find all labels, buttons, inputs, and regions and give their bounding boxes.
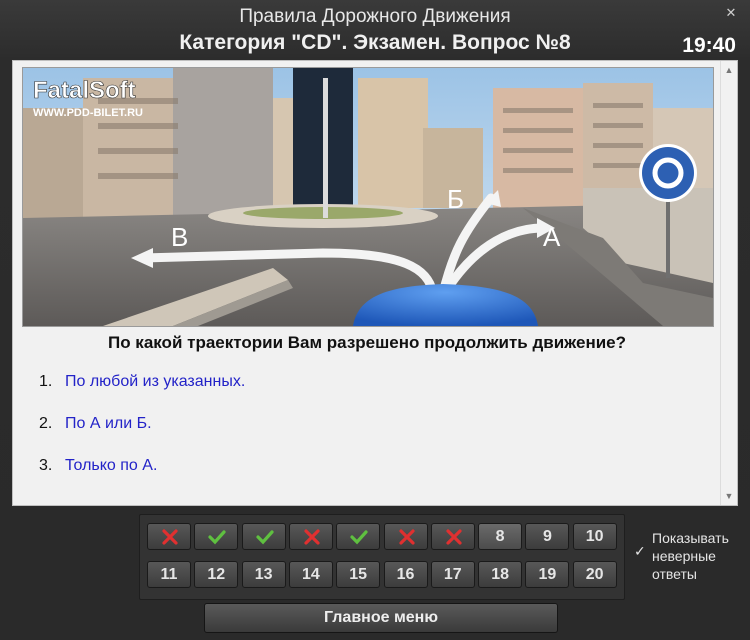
question-button-wrong[interactable]: [383, 523, 428, 550]
question-button-11[interactable]: 11: [147, 561, 191, 588]
scroll-down-icon[interactable]: ▼: [721, 489, 737, 503]
roundabout-photo: FatalSoft WWW.PDD-BILET.RU В Б А: [23, 68, 713, 326]
question-button-10[interactable]: 10: [572, 523, 617, 550]
question-number: 14: [301, 566, 320, 583]
question-number: 17: [443, 566, 462, 583]
question-panel: FatalSoft WWW.PDD-BILET.RU В Б А По како…: [12, 60, 738, 506]
question-button-wrong[interactable]: [430, 523, 475, 550]
question-button-12[interactable]: 12: [194, 561, 239, 588]
answer-text[interactable]: По любой из указанных.: [65, 373, 245, 390]
show-wrong-label: Показывать неверные ответы: [652, 530, 729, 582]
question-button-9[interactable]: 9: [525, 523, 570, 550]
question-button-15[interactable]: 15: [336, 561, 381, 588]
scroll-up-icon[interactable]: ▲: [721, 63, 737, 77]
question-number: 10: [585, 528, 604, 545]
trajectory-label-b: Б: [447, 184, 464, 214]
window-title: Правила Дорожного Движения: [239, 6, 511, 27]
question-number: 11: [160, 566, 178, 583]
question-number: 15: [349, 566, 368, 583]
answer-option-2[interactable]: 2. По А или Б.: [39, 415, 152, 433]
question-button-8[interactable]: 8: [478, 523, 523, 550]
question-button-wrong[interactable]: [147, 523, 191, 550]
question-button-correct[interactable]: [241, 523, 286, 550]
question-button-19[interactable]: 19: [525, 561, 570, 588]
trajectory-label-a: А: [543, 222, 561, 252]
exam-subtitle: Категория "CD". Экзамен. Вопрос №8: [179, 31, 571, 54]
vertical-scrollbar[interactable]: ▲ ▼: [720, 61, 737, 505]
question-number: 12: [207, 566, 226, 583]
app-window: ✕ Правила Дорожного Движения Категория "…: [0, 0, 750, 640]
question-number: 19: [538, 566, 557, 583]
question-button-13[interactable]: 13: [241, 561, 286, 588]
check-icon: [208, 530, 226, 545]
question-button-correct[interactable]: [336, 523, 381, 550]
question-number: 16: [396, 566, 415, 583]
checkmark-icon[interactable]: ✓: [634, 543, 648, 560]
check-icon: [255, 530, 274, 545]
question-number: 20: [585, 566, 604, 583]
question-button-wrong[interactable]: [288, 523, 333, 550]
question-number: 13: [254, 566, 273, 583]
answer-text[interactable]: Только по А.: [65, 457, 157, 474]
question-button-17[interactable]: 17: [430, 561, 475, 588]
question-button-14[interactable]: 14: [288, 561, 333, 588]
answer-option-3[interactable]: 3. Только по А.: [39, 457, 157, 475]
trajectory-label-v: В: [171, 222, 188, 252]
question-button-correct[interactable]: [194, 523, 239, 550]
question-button-18[interactable]: 18: [478, 561, 523, 588]
answer-number: 2.: [39, 415, 53, 432]
answer-number: 1.: [39, 373, 53, 390]
question-button-16[interactable]: 16: [383, 561, 428, 588]
brand-site: WWW.PDD-BILET.RU: [33, 107, 143, 119]
answer-number: 3.: [39, 457, 53, 474]
cross-icon: [162, 529, 178, 545]
answer-text[interactable]: По А или Б.: [65, 415, 152, 432]
cross-icon: [304, 529, 320, 545]
countdown-timer: 19:40: [682, 34, 736, 57]
question-number: 8: [495, 528, 505, 545]
road-situation-image: FatalSoft WWW.PDD-BILET.RU В Б А: [22, 67, 714, 327]
check-icon: [350, 530, 368, 545]
answer-option-1[interactable]: 1. По любой из указанных.: [39, 373, 245, 391]
cross-icon: [446, 529, 462, 545]
question-number: 9: [542, 528, 552, 545]
main-menu-button[interactable]: Главное меню: [204, 603, 558, 633]
question-button-20[interactable]: 20: [572, 561, 617, 588]
question-text: По какой траектории Вам разрешено продол…: [107, 333, 627, 352]
brand-logo: FatalSoft: [33, 77, 136, 104]
question-number: 18: [491, 566, 509, 583]
question-navigator: 8 9 10 11 12 13 14 15 16 17 18 19 20: [139, 514, 625, 600]
cross-icon: [398, 529, 415, 545]
